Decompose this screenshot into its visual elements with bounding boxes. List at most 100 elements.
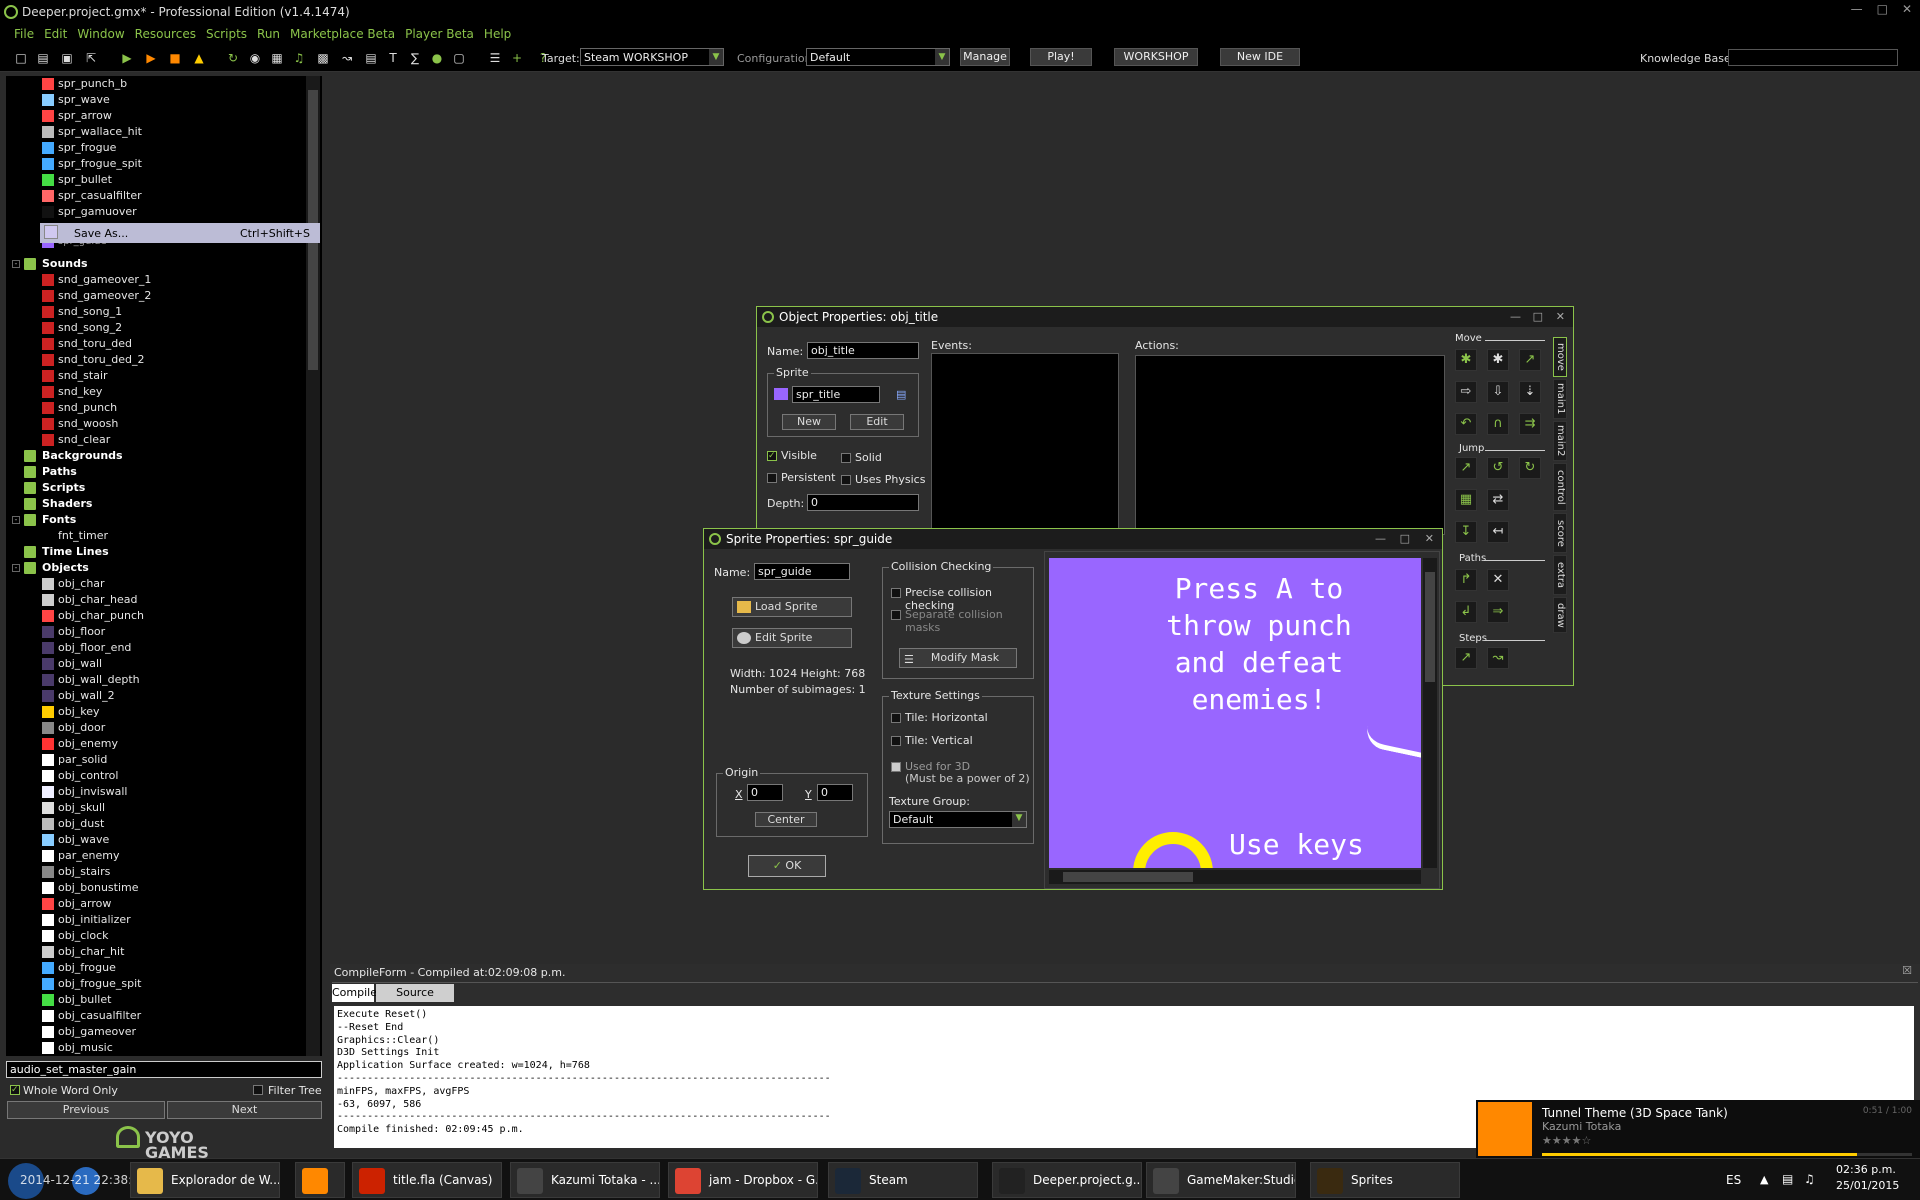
tree-item[interactable]: obj_floor_end	[6, 640, 306, 656]
tab-extra[interactable]: extra	[1553, 555, 1567, 595]
precise-collision-checkbox[interactable]	[891, 588, 901, 598]
taskbar-item[interactable]: Deeper.project.g...	[992, 1162, 1142, 1198]
persistent-checkbox[interactable]	[767, 473, 777, 483]
tree-item[interactable]: obj_char_hit	[6, 944, 306, 960]
tree-item[interactable]: obj_stairs	[6, 864, 306, 880]
plus-icon[interactable]: +	[510, 51, 524, 65]
menu-player[interactable]: Player Beta	[405, 27, 474, 41]
speed-horizontal-icon[interactable]: ⇨	[1455, 381, 1477, 403]
add-font-icon[interactable]: T	[386, 51, 400, 65]
tree-item[interactable]: obj_clock	[6, 928, 306, 944]
tree-item[interactable]: snd_toru_ded	[6, 336, 306, 352]
tree-item[interactable]: obj_skull	[6, 800, 306, 816]
tree-item[interactable]: obj_wall_depth	[6, 672, 306, 688]
add-timeline-icon[interactable]: ∑	[408, 51, 422, 65]
folder-objects[interactable]: - Objects	[6, 560, 306, 576]
taskbar-item[interactable]: title.fla (Canvas)	[352, 1162, 502, 1198]
depth-input[interactable]: 0	[807, 494, 919, 511]
tree-item[interactable]: obj_arrow	[6, 896, 306, 912]
solid-checkbox[interactable]	[841, 453, 851, 463]
preview-vertical-scrollbar[interactable]	[1423, 558, 1437, 868]
texture-group-select[interactable]: Default ▼	[889, 811, 1027, 828]
move-towards-icon[interactable]: ↗	[1519, 349, 1541, 371]
tree-item[interactable]: spr_gamuover	[6, 204, 306, 220]
maximize-icon[interactable]: □	[1400, 529, 1410, 549]
tree-item[interactable]: snd_song_1	[6, 304, 306, 320]
clock-time[interactable]: 02:36 p.m.	[1836, 1163, 1896, 1176]
workshop-button[interactable]: WORKSHOP	[1114, 48, 1198, 66]
tree-item[interactable]: obj_char_punch	[6, 608, 306, 624]
tree-item[interactable]: obj_wall	[6, 656, 306, 672]
tree-item[interactable]: obj_bonustime	[6, 880, 306, 896]
tree-item[interactable]: snd_gameover_2	[6, 288, 306, 304]
filter-tree-checkbox[interactable]	[253, 1085, 263, 1095]
tree-item[interactable]: obj_control	[6, 768, 306, 784]
taskbar-item[interactable]: Explorador de W...	[130, 1162, 280, 1198]
build-icon[interactable]: ▲	[192, 51, 206, 65]
globe-icon[interactable]: ◉	[248, 51, 262, 65]
tree-item[interactable]: obj_casualfilter	[6, 1008, 306, 1024]
network-icon[interactable]: ▤	[1782, 1172, 1793, 1186]
speed-vertical-icon[interactable]: ⇩	[1487, 381, 1509, 403]
add-script-icon[interactable]: ▤	[364, 51, 378, 65]
tree-item[interactable]: snd_punch	[6, 400, 306, 416]
path-speed-icon[interactable]: ⇒	[1487, 601, 1509, 623]
tree-item[interactable]: obj_enemy	[6, 736, 306, 752]
preview-horizontal-scrollbar[interactable]	[1049, 870, 1421, 884]
add-sound-icon[interactable]: ♫	[292, 51, 306, 65]
target-select[interactable]: Steam WORKSHOP ▼	[580, 48, 724, 66]
move-free-icon[interactable]: ✱	[1487, 349, 1509, 371]
visible-checkbox[interactable]: ✓	[767, 451, 777, 461]
sprite-name-input[interactable]: spr_guide	[754, 563, 850, 580]
clean-icon[interactable]: ↻	[226, 51, 240, 65]
manage-button[interactable]: Manage	[960, 48, 1010, 66]
sprite-field[interactable]: spr_title	[792, 386, 880, 403]
tree-item[interactable]: spr_arrow	[6, 108, 306, 124]
run-icon[interactable]: ▶	[120, 51, 134, 65]
uses-physics-checkbox[interactable]	[841, 475, 851, 485]
tree-item[interactable]: obj_door	[6, 720, 306, 736]
collapse-icon[interactable]: -	[12, 516, 20, 524]
step-avoid-icon[interactable]: ↝	[1487, 647, 1509, 669]
wrap-screen-icon[interactable]: ⇄	[1487, 489, 1509, 511]
reverse-vertical-icon[interactable]: ∩	[1487, 413, 1509, 435]
collapse-icon[interactable]: -	[12, 260, 20, 268]
tree-item[interactable]: obj_initializer	[6, 912, 306, 928]
add-object-icon[interactable]: ●	[430, 51, 444, 65]
events-list[interactable]	[931, 353, 1119, 533]
bounce-icon[interactable]: ↤	[1487, 521, 1509, 543]
collapse-icon[interactable]: -	[12, 564, 20, 572]
whole-word-checkbox[interactable]: ✓	[10, 1085, 20, 1095]
jump-start-icon[interactable]: ↺	[1487, 457, 1509, 479]
tab-compile[interactable]: Compile	[332, 984, 377, 1002]
center-button[interactable]: Center	[755, 812, 817, 827]
tray-arrow-icon[interactable]: ▲	[1760, 1173, 1768, 1186]
tree-item[interactable]: snd_woosh	[6, 416, 306, 432]
tree-item[interactable]: snd_key	[6, 384, 306, 400]
end-path-icon[interactable]: ✕	[1487, 569, 1509, 591]
ok-button[interactable]: ✓ OK	[748, 855, 826, 877]
tree-item[interactable]: obj_char	[6, 576, 306, 592]
new-file-icon[interactable]: □	[14, 51, 28, 65]
previous-button[interactable]: Previous	[7, 1101, 165, 1119]
menu-window[interactable]: Window	[77, 27, 124, 41]
debug-icon[interactable]: ▶	[144, 51, 158, 65]
tree-item[interactable]: obj_frogue_spit	[6, 976, 306, 992]
add-room-icon[interactable]: ▢	[452, 51, 466, 65]
origin-x-input[interactable]: 0	[747, 784, 783, 801]
close-icon[interactable]: ✕	[1425, 529, 1434, 549]
tree-item[interactable]: snd_clear	[6, 432, 306, 448]
folder-scripts[interactable]: Scripts	[6, 480, 306, 496]
tree-item[interactable]: obj_gameover	[6, 1024, 306, 1040]
taskbar-item[interactable]: GameMaker:Studio	[1146, 1162, 1296, 1198]
tree-item[interactable]: snd_gameover_1	[6, 272, 306, 288]
close-icon[interactable]: ☒	[1902, 964, 1912, 977]
tree-item[interactable]: obj_wave	[6, 832, 306, 848]
minimize-icon[interactable]: —	[1851, 2, 1863, 16]
edit-sprite-button[interactable]: Edit	[850, 414, 904, 430]
maximize-icon[interactable]: □	[1533, 307, 1543, 327]
tab-draw[interactable]: draw	[1553, 597, 1567, 633]
tree-search-input[interactable]: audio_set_master_gain	[6, 1061, 322, 1078]
tree-item[interactable]: obj_inviswall	[6, 784, 306, 800]
menu-help[interactable]: Help	[484, 27, 511, 41]
